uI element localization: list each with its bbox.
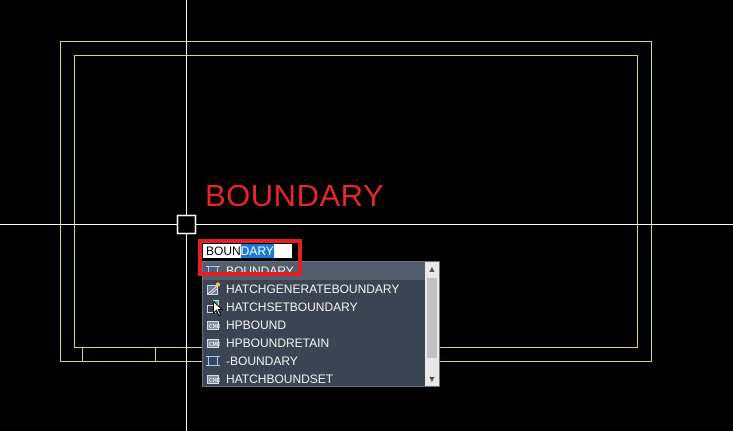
boundary-annotation-label: BOUNDARY — [205, 178, 385, 213]
autocomplete-item-label: BOUNDARY — [226, 264, 294, 278]
command-typed-text: BOUN — [206, 244, 241, 258]
autocomplete-dropdown: BOUNDARY HATCHGENERATEBOUNDARY HATCHSETB… — [202, 261, 440, 387]
autocomplete-item-label: HPBOUND — [226, 318, 287, 332]
svg-text:CMD: CMD — [209, 342, 220, 348]
boundary-icon — [206, 354, 220, 368]
scrollbar-thumb[interactable] — [427, 278, 437, 358]
command-icon: CMD — [206, 318, 220, 332]
autocomplete-item-label: HPBOUNDRETAIN — [226, 336, 330, 350]
svg-text:CMD: CMD — [209, 378, 220, 384]
autocomplete-item-label: -BOUNDARY — [226, 354, 298, 368]
autocomplete-item[interactable]: CMD HPBOUND — [203, 316, 426, 334]
autocomplete-item-label: HATCHGENERATEBOUNDARY — [226, 282, 400, 296]
autocomplete-item[interactable]: CMD HPBOUNDRETAIN — [203, 334, 426, 352]
command-icon: CMD — [206, 372, 220, 386]
mouse-cursor-icon — [213, 301, 223, 317]
boundary-icon — [206, 264, 220, 278]
autocomplete-item[interactable]: CMD HATCHBOUNDSET — [203, 370, 426, 388]
autocomplete-item[interactable]: BOUNDARY — [203, 262, 426, 280]
autocomplete-item-label: HATCHSETBOUNDARY — [226, 300, 358, 314]
autocomplete-item[interactable]: HATCHSETBOUNDARY — [203, 298, 426, 316]
scroll-down-arrow-icon[interactable]: ▼ — [425, 372, 439, 386]
dropdown-scrollbar[interactable]: ▲ ▼ — [425, 262, 439, 386]
scroll-up-arrow-icon[interactable]: ▲ — [425, 262, 439, 276]
autocomplete-list: BOUNDARY HATCHGENERATEBOUNDARY HATCHSETB… — [203, 262, 426, 386]
autocomplete-item-label: HATCHBOUNDSET — [226, 372, 334, 386]
hatch-generate-icon — [206, 282, 220, 296]
command-icon: CMD — [206, 336, 220, 350]
pickbox — [176, 214, 197, 235]
autocomplete-item[interactable]: -BOUNDARY — [203, 352, 426, 370]
command-completion-text: DARY — [240, 244, 274, 258]
svg-text:CMD: CMD — [209, 324, 220, 330]
autocomplete-item[interactable]: HATCHGENERATEBOUNDARY — [203, 280, 426, 298]
command-input[interactable]: BOUNDARY — [203, 244, 292, 258]
